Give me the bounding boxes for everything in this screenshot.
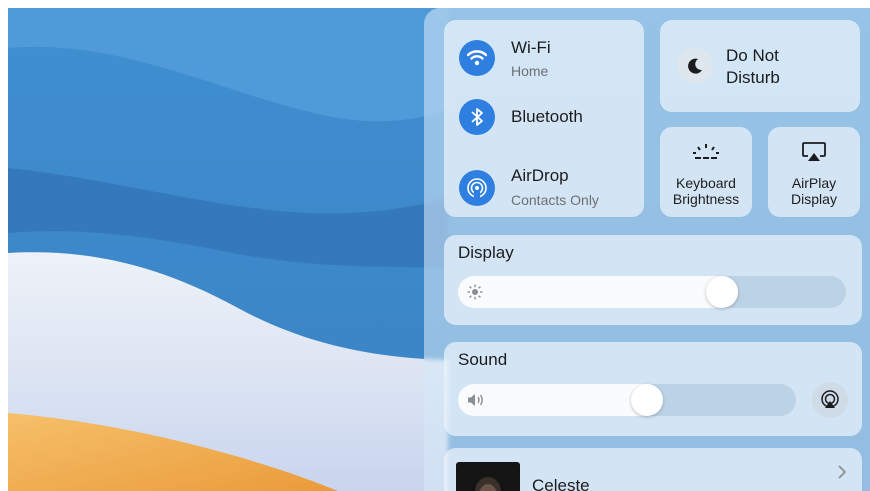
sound-volume-slider[interactable] <box>458 384 796 416</box>
display-module: Display <box>444 235 862 325</box>
album-artwork <box>456 462 520 491</box>
now-playing-module[interactable]: Celeste <box>444 448 862 491</box>
display-slider-fill <box>458 276 738 308</box>
do-not-disturb-line1: Do Not <box>726 46 779 65</box>
keyboard-brightness-line1: Keyboard <box>676 175 736 191</box>
speaker-icon <box>467 393 487 407</box>
airplay-display-line2: Display <box>791 191 837 207</box>
do-not-disturb-tile[interactable]: Do Not Disturb <box>660 20 860 112</box>
bluetooth-control[interactable]: Bluetooth <box>444 90 644 140</box>
display-label: Display <box>458 243 514 262</box>
airdrop-control[interactable]: AirDrop Contacts Only <box>444 152 644 212</box>
keyboard-brightness-tile[interactable]: Keyboard Brightness <box>660 127 752 217</box>
moon-icon <box>677 48 713 84</box>
keyboard-brightness-line2: Brightness <box>672 191 740 207</box>
wifi-label: Wi-Fi <box>511 38 551 57</box>
sun-icon <box>467 284 483 300</box>
control-center-panel: Wi-Fi Home Bluetooth AirDrop Contacts On… <box>424 8 870 491</box>
wifi-status: Home <box>511 63 549 79</box>
connectivity-tile: Wi-Fi Home Bluetooth AirDrop Contacts On… <box>444 20 644 217</box>
airplay-display-tile[interactable]: AirPlay Display <box>768 127 860 217</box>
airdrop-icon <box>459 170 495 206</box>
airdrop-status: Contacts Only <box>511 192 599 208</box>
keyboard-brightness-icon <box>690 142 722 162</box>
airdrop-label: AirDrop <box>511 166 569 185</box>
display-brightness-slider[interactable] <box>458 276 846 308</box>
sound-label: Sound <box>458 350 508 369</box>
wifi-icon <box>459 40 495 76</box>
sound-module: Sound <box>444 342 862 436</box>
now-playing-artist: Celeste <box>532 476 590 491</box>
airplay-audio-icon[interactable] <box>812 382 848 418</box>
display-slider-knob[interactable] <box>706 276 738 308</box>
wifi-control[interactable]: Wi-Fi Home <box>444 20 644 82</box>
sound-slider-knob[interactable] <box>631 384 663 416</box>
bluetooth-label: Bluetooth <box>511 107 583 126</box>
chevron-right-icon[interactable] <box>837 464 847 480</box>
airplay-display-icon <box>801 141 827 163</box>
bluetooth-icon <box>459 99 495 135</box>
airplay-display-line1: AirPlay <box>791 175 837 191</box>
do-not-disturb-line2: Disturb <box>726 68 780 87</box>
